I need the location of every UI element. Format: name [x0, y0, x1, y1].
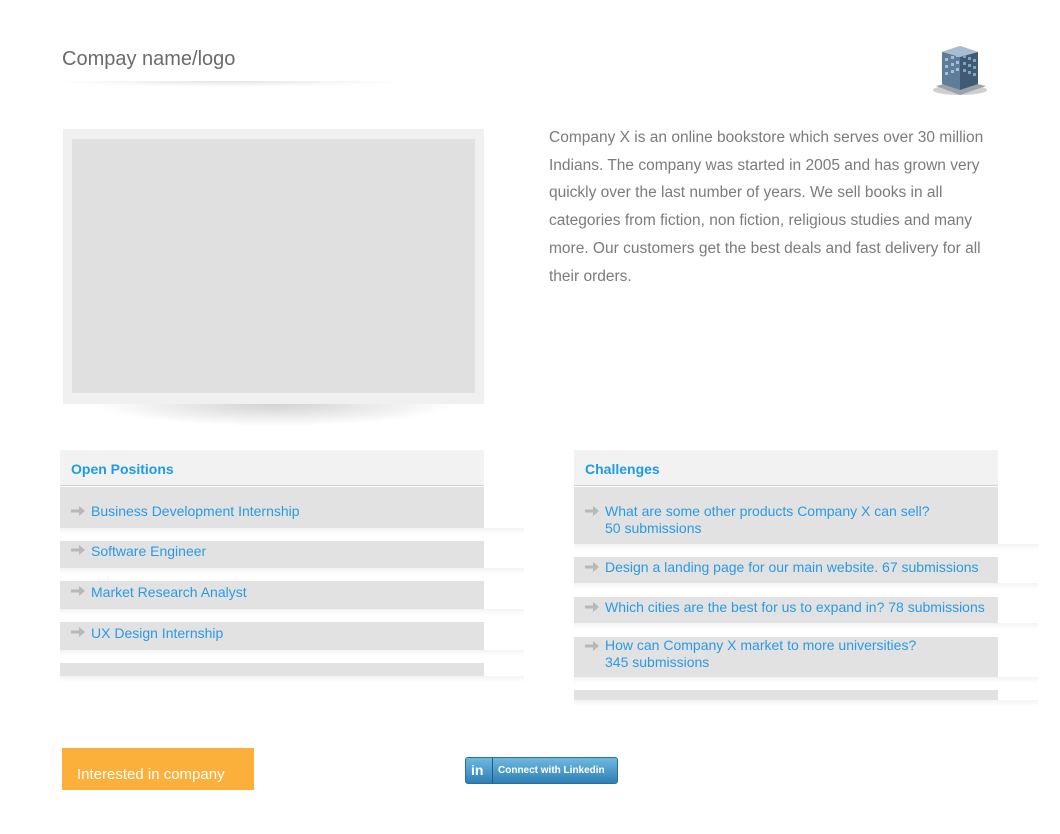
challenge-item-cities[interactable]: Which cities are the best for us to expa…: [574, 597, 1038, 629]
positions-list-end: [60, 663, 524, 682]
position-link[interactable]: Business Development Internship: [91, 503, 300, 520]
challenge-link[interactable]: What are some other products Company X c…: [605, 503, 930, 520]
arrow-right-icon: [585, 562, 599, 572]
position-item-software-engineer[interactable]: Software Engineer: [60, 541, 524, 574]
position-link[interactable]: Software Engineer: [91, 543, 206, 560]
linkedin-icon: in: [466, 758, 493, 783]
company-media-placeholder: [72, 139, 475, 393]
company-media-frame: [63, 129, 484, 404]
header-divider: [50, 81, 410, 87]
position-link[interactable]: UX Design Internship: [91, 625, 223, 642]
arrow-right-icon: [585, 602, 599, 612]
position-item-market-research[interactable]: Market Research Analyst: [60, 581, 524, 615]
arrow-right-icon: [585, 506, 599, 516]
open-positions-header: Open Positions: [60, 450, 484, 486]
arrow-right-icon: [585, 641, 599, 651]
challenge-submissions: 50 submissions: [605, 520, 702, 536]
arrow-right-icon: [71, 506, 85, 516]
company-name-logo: Compay name/logo: [62, 48, 236, 70]
challenge-item-products[interactable]: What are some other products Company X c…: [574, 487, 1038, 550]
arrow-right-icon: [71, 586, 85, 596]
position-item-ux-design[interactable]: UX Design Internship: [60, 622, 524, 656]
position-item-business-development[interactable]: Business Development Internship: [60, 487, 524, 534]
challenge-submissions: 345 submissions: [605, 654, 710, 670]
company-description: Company X is an online bookstore which s…: [549, 129, 984, 285]
challenge-item-universities[interactable]: How can Company X market to more univers…: [574, 637, 1038, 683]
position-link[interactable]: Market Research Analyst: [91, 584, 247, 601]
linkedin-button-label: Connect with Linkedin: [498, 765, 605, 776]
challenges-list-end: [574, 690, 1038, 706]
connect-with-linkedin-button[interactable]: in Connect with Linkedin: [465, 757, 618, 784]
linkedin-logo-text: in: [471, 762, 484, 778]
arrow-right-icon: [71, 627, 85, 637]
arrow-right-icon: [71, 545, 85, 555]
challenge-link[interactable]: How can Company X market to more univers…: [605, 637, 916, 654]
challenge-item-landing-page[interactable]: Design a landing page for our main websi…: [574, 557, 1038, 589]
challenge-link[interactable]: Design a landing page for our main websi…: [605, 559, 979, 576]
building-icon: [933, 46, 987, 95]
challenge-link[interactable]: Which cities are the best for us to expa…: [605, 599, 985, 616]
interested-in-company-button[interactable]: Interested in company: [62, 748, 254, 790]
challenges-header: Challenges: [574, 450, 998, 486]
